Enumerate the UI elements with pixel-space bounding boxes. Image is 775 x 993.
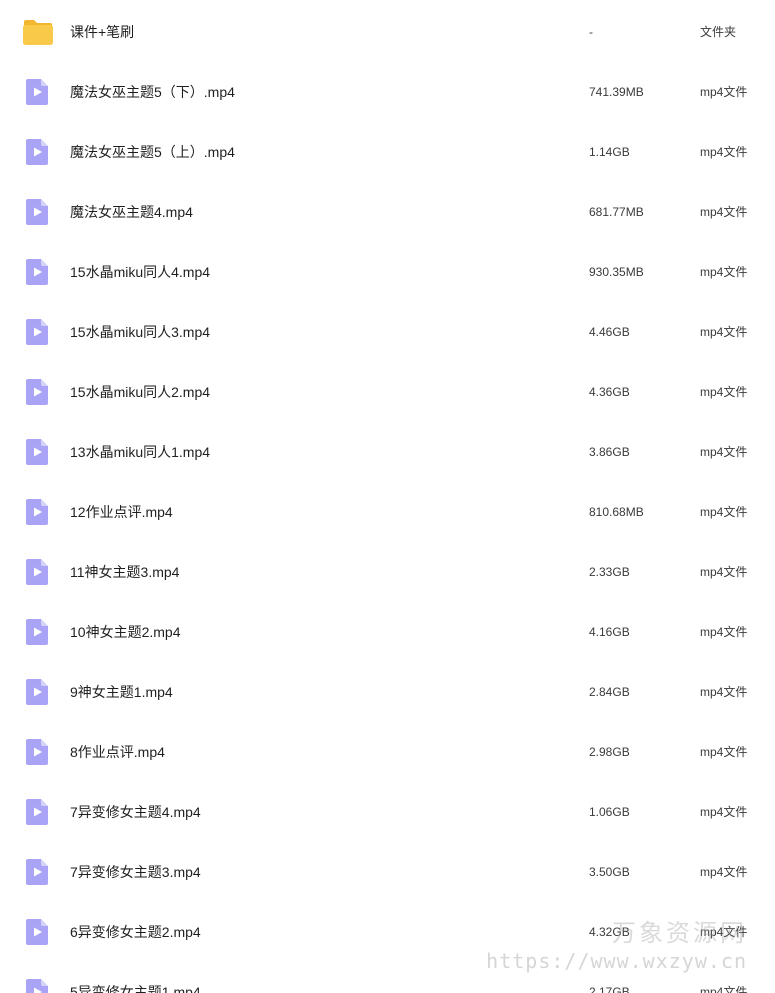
file-type: mp4文件 [700,85,748,99]
file-size: 1.14GB [589,145,630,159]
video-file-icon [22,977,52,993]
file-row[interactable]: 魔法女巫主题5（上）.mp4 1.14GB mp4文件 [0,122,775,182]
file-type: mp4文件 [700,265,748,279]
video-file-icon [22,737,52,767]
file-name: 魔法女巫主题4.mp4 [70,204,193,220]
file-name: 8作业点评.mp4 [70,744,165,760]
file-row[interactable]: 课件+笔刷 - 文件夹 [0,2,775,62]
file-size: 810.68MB [589,505,644,519]
video-file-icon [22,137,52,167]
file-row[interactable]: 11神女主题3.mp4 2.33GB mp4文件 [0,542,775,602]
file-row[interactable]: 15水晶miku同人4.mp4 930.35MB mp4文件 [0,242,775,302]
file-size: 741.39MB [589,85,644,99]
file-row[interactable]: 7异变修女主题3.mp4 3.50GB mp4文件 [0,842,775,902]
file-type: mp4文件 [700,205,748,219]
file-name: 7异变修女主题4.mp4 [70,804,201,820]
video-file-icon [22,857,52,887]
file-type: mp4文件 [700,745,748,759]
file-name: 11神女主题3.mp4 [70,564,180,580]
video-file-icon [22,617,52,647]
file-name: 课件+笔刷 [70,24,135,40]
file-size: 3.50GB [589,865,630,879]
file-size: 4.32GB [589,925,630,939]
video-file-icon [22,437,52,467]
file-size: 4.46GB [589,325,630,339]
file-name: 9神女主题1.mp4 [70,684,173,700]
file-row[interactable]: 12作业点评.mp4 810.68MB mp4文件 [0,482,775,542]
file-name: 13水晶miku同人1.mp4 [70,444,211,460]
file-size: 2.33GB [589,565,630,579]
file-type: mp4文件 [700,805,748,819]
file-name: 魔法女巫主题5（下）.mp4 [70,84,235,100]
video-file-icon [22,197,52,227]
file-size: 2.17GB [589,985,630,993]
file-size: 1.06GB [589,805,630,819]
folder-icon [22,17,53,47]
video-file-icon [22,257,52,287]
file-name: 5异变修女主题1.mp4 [70,984,201,993]
file-name: 15水晶miku同人2.mp4 [70,384,211,400]
file-row[interactable]: 5异变修女主题1.mp4 2.17GB mp4文件 [0,962,775,993]
file-row[interactable]: 7异变修女主题4.mp4 1.06GB mp4文件 [0,782,775,842]
file-row[interactable]: 魔法女巫主题4.mp4 681.77MB mp4文件 [0,182,775,242]
file-row[interactable]: 10神女主题2.mp4 4.16GB mp4文件 [0,602,775,662]
file-size: 4.16GB [589,625,630,639]
video-file-icon [22,797,52,827]
file-size: 930.35MB [589,265,644,279]
video-file-icon [22,677,52,707]
file-type: mp4文件 [700,565,748,579]
file-size: 4.36GB [589,385,630,399]
file-row[interactable]: 15水晶miku同人3.mp4 4.46GB mp4文件 [0,302,775,362]
file-type: mp4文件 [700,625,748,639]
file-row[interactable]: 6异变修女主题2.mp4 4.32GB mp4文件 [0,902,775,962]
file-name: 6异变修女主题2.mp4 [70,924,201,940]
file-size: 3.86GB [589,445,630,459]
file-type: mp4文件 [700,445,748,459]
video-file-icon [22,317,52,347]
file-type: mp4文件 [700,325,748,339]
file-type: mp4文件 [700,505,748,519]
file-browser: 课件+笔刷 - 文件夹 魔法女巫主题5（下）.mp4 741.39MB mp4文件 魔法女巫… [0,0,775,993]
file-name: 15水晶miku同人4.mp4 [70,264,211,280]
file-size: 2.98GB [589,745,630,759]
file-row[interactable]: 魔法女巫主题5（下）.mp4 741.39MB mp4文件 [0,62,775,122]
file-name: 7异变修女主题3.mp4 [70,864,201,880]
file-name: 魔法女巫主题5（上）.mp4 [70,144,235,160]
file-size: - [589,25,593,39]
video-file-icon [22,557,52,587]
file-type: mp4文件 [700,985,748,993]
file-type: 文件夹 [700,25,737,39]
file-row[interactable]: 13水晶miku同人1.mp4 3.86GB mp4文件 [0,422,775,482]
file-type: mp4文件 [700,145,748,159]
file-type: mp4文件 [700,385,748,399]
file-list: 课件+笔刷 - 文件夹 魔法女巫主题5（下）.mp4 741.39MB mp4文件 魔法女巫… [0,2,775,993]
file-name: 15水晶miku同人3.mp4 [70,324,211,340]
file-type: mp4文件 [700,865,748,879]
file-size: 2.84GB [589,685,630,699]
video-file-icon [22,497,52,527]
video-file-icon [22,77,52,107]
file-type: mp4文件 [700,925,748,939]
file-size: 681.77MB [589,205,644,219]
file-type: mp4文件 [700,685,748,699]
file-name: 10神女主题2.mp4 [70,624,181,640]
video-file-icon [22,917,52,947]
file-name: 12作业点评.mp4 [70,504,173,520]
file-row[interactable]: 9神女主题1.mp4 2.84GB mp4文件 [0,662,775,722]
video-file-icon [22,377,52,407]
file-row[interactable]: 8作业点评.mp4 2.98GB mp4文件 [0,722,775,782]
file-row[interactable]: 15水晶miku同人2.mp4 4.36GB mp4文件 [0,362,775,422]
